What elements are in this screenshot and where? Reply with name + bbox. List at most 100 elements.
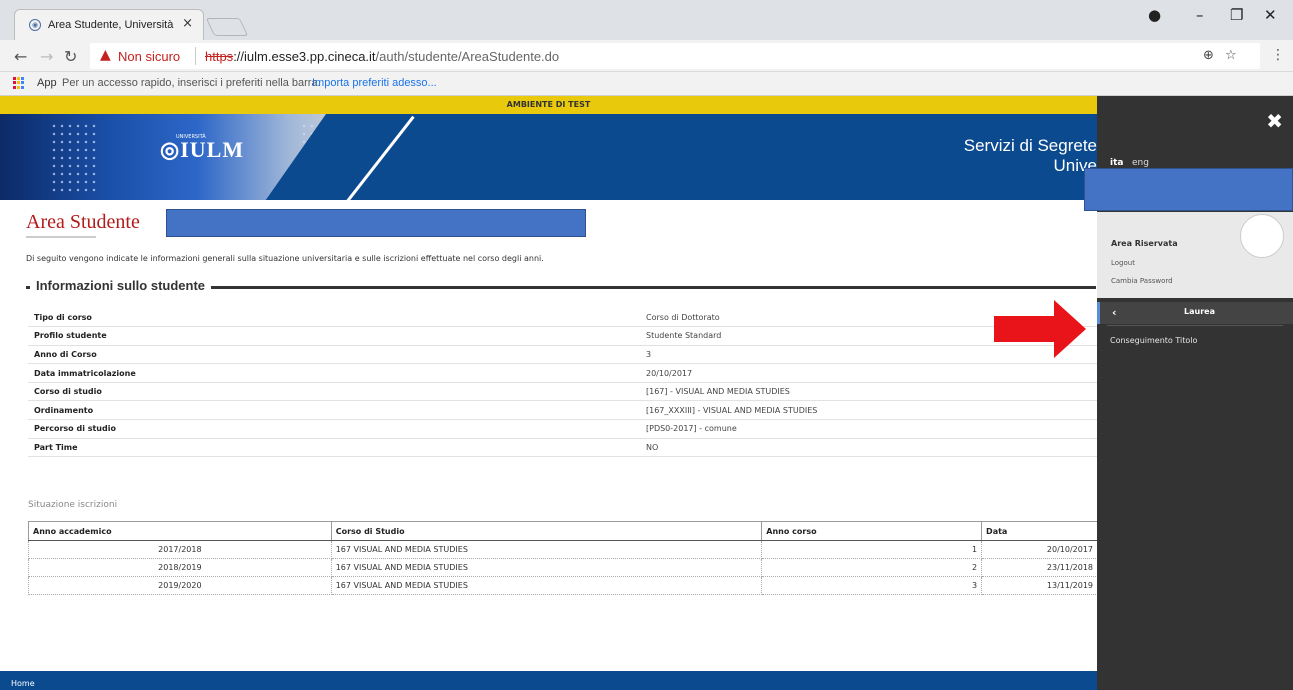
university-logo[interactable]: ◎IULM xyxy=(160,137,244,163)
bookmarks-hint: Per un accesso rapido, inserisci i prefe… xyxy=(62,77,321,89)
col-header[interactable]: Corso di Studio xyxy=(330,521,763,541)
table-row: Data immatricolazione 20/10/2017 xyxy=(28,363,1098,383)
cell-year: 2018/2019 xyxy=(28,558,332,577)
info-label: Part Time xyxy=(28,438,640,458)
logo-text: IULM xyxy=(180,137,245,162)
cell-date: 23/11/2018 xyxy=(981,558,1098,577)
omnibox[interactable]: ▲ Non sicuro https://iulm.esse3.pp.cinec… xyxy=(90,43,1260,69)
new-tab-button[interactable] xyxy=(205,18,249,36)
cell-course: 167 VISUAL AND MEDIA STUDIES xyxy=(330,576,763,595)
menu-item-conseguimento-titolo[interactable]: Conseguimento Titolo xyxy=(1110,336,1197,345)
url-path: /auth/studente/AreaStudente.do xyxy=(375,49,560,64)
table-row: Part Time NO xyxy=(28,438,1098,458)
table-row: 2018/2019 167 VISUAL AND MEDIA STUDIES 2… xyxy=(28,558,1098,577)
reserved-area-label: Area Riservata xyxy=(1111,239,1178,248)
avatar[interactable] xyxy=(1240,214,1284,258)
info-value: [167] - VISUAL AND MEDIA STUDIES xyxy=(640,382,1098,402)
cell-course-year: 1 xyxy=(761,540,983,559)
col-header[interactable]: Anno corso xyxy=(761,521,983,541)
student-info-table: Tipo di corso Corso di Dottorato Profilo … xyxy=(28,308,1098,458)
tab-title: Area Studente, Università xyxy=(48,19,174,31)
info-value: [167_XXXIII] - VISUAL AND MEDIA STUDIES xyxy=(640,400,1098,421)
url-separator xyxy=(195,47,196,65)
cell-year: 2017/2018 xyxy=(28,540,332,559)
title-underline xyxy=(26,236,96,238)
menu-laurea-header[interactable]: ‹ Laurea xyxy=(1097,302,1293,324)
table-row: 2017/2018 167 VISUAL AND MEDIA STUDIES 1… xyxy=(28,540,1098,559)
browser-tab[interactable]: ◉ Area Studente, Università × xyxy=(14,9,204,40)
logout-link[interactable]: Logout xyxy=(1111,259,1135,267)
section-title: Informazioni sullo studente xyxy=(30,278,212,293)
star-bookmark-icon[interactable]: ☆ xyxy=(1225,48,1237,63)
import-bookmarks-link[interactable]: Importa preferiti adesso... xyxy=(312,77,437,89)
table-row: Corso di studio [167] - VISUAL AND MEDIA … xyxy=(28,382,1098,402)
side-menu-panel: ✖ ita eng Area Riservata Logout Cambia P… xyxy=(1084,96,1293,690)
cell-course: 167 VISUAL AND MEDIA STUDIES xyxy=(330,558,763,577)
page-title: Area Studente xyxy=(26,211,140,233)
reload-icon[interactable]: ↻ xyxy=(64,47,77,66)
footer-home-link[interactable]: Home xyxy=(11,679,35,688)
close-menu-icon[interactable]: ✖ xyxy=(1266,109,1283,133)
col-header[interactable]: Data xyxy=(981,521,1098,541)
url-host: ://iulm.esse3.pp.cineca.it xyxy=(233,49,376,64)
language-ita[interactable]: ita xyxy=(1110,158,1123,168)
menu-title: Laurea xyxy=(1184,307,1215,316)
back-chevron-icon[interactable]: ‹ xyxy=(1112,306,1117,319)
forward-arrow-icon[interactable]: → xyxy=(40,47,53,66)
info-label: Tipo di corso xyxy=(28,308,640,328)
info-label: Data immatricolazione xyxy=(28,363,640,383)
apps-link[interactable]: App xyxy=(37,77,57,89)
table-header-row: Anno accademico Corso di Studio Anno cor… xyxy=(28,521,1098,541)
language-eng[interactable]: eng xyxy=(1132,158,1149,168)
enrollment-table: Anno accademico Corso di Studio Anno cor… xyxy=(28,521,1098,595)
table-row: Tipo di corso Corso di Dottorato xyxy=(28,308,1098,328)
header-decoration xyxy=(50,122,100,192)
cell-course-year: 3 xyxy=(761,576,983,595)
back-arrow-icon[interactable]: ← xyxy=(14,47,27,66)
minimize-icon[interactable]: – xyxy=(1196,6,1204,24)
window-close-icon[interactable]: ✕ xyxy=(1264,6,1277,24)
red-arrow-annotation xyxy=(994,300,1086,358)
info-label: Corso di studio xyxy=(28,382,640,402)
url-text[interactable]: https://iulm.esse3.pp.cineca.it/auth/stu… xyxy=(205,49,559,64)
col-header[interactable]: Anno accademico xyxy=(28,521,332,541)
cell-date: 20/10/2017 xyxy=(981,540,1098,559)
change-password-link[interactable]: Cambia Password xyxy=(1111,277,1173,285)
not-secure-label[interactable]: Non sicuro xyxy=(118,49,180,64)
menu-divider xyxy=(1107,325,1283,326)
cell-date: 13/11/2019 xyxy=(981,576,1098,595)
tab-close-icon[interactable]: × xyxy=(182,16,193,31)
url-protocol: https xyxy=(205,49,234,64)
apps-grid-icon[interactable] xyxy=(13,77,25,89)
restore-icon[interactable]: ❐ xyxy=(1230,6,1243,24)
table-row: Ordinamento [167_XXXIII] - VISUAL AND MED… xyxy=(28,400,1098,421)
redacted-student-name xyxy=(166,209,586,237)
cell-course-year: 2 xyxy=(761,558,983,577)
cell-course: 167 VISUAL AND MEDIA STUDIES xyxy=(330,540,763,559)
table-row: Anno di Corso 3 xyxy=(28,345,1098,365)
section-header-info: Informazioni sullo studente xyxy=(26,278,1096,293)
header-title-line1: Servizi di Segrete xyxy=(963,136,1097,155)
enrollment-section-title: Situazione iscrizioni xyxy=(28,500,118,510)
account-icon[interactable]: ● xyxy=(1148,6,1161,24)
info-value: 20/10/2017 xyxy=(640,363,1098,383)
site-footer: Home xyxy=(0,671,1097,690)
cell-year: 2019/2020 xyxy=(28,576,332,595)
table-row: Percorso di studio [PDS0-2017] - comune xyxy=(28,419,1098,439)
zoom-icon[interactable]: ⊕ xyxy=(1203,48,1214,63)
menu-dots-icon[interactable]: ⋮ xyxy=(1271,47,1285,63)
info-label: Percorso di studio xyxy=(28,419,640,439)
university-favicon-icon: ◉ xyxy=(29,19,41,31)
browser-titlebar: ◉ Area Studente, Università × ● – ❐ ✕ xyxy=(0,0,1293,40)
info-label: Ordinamento xyxy=(28,400,640,421)
red-arrow-shape xyxy=(994,300,1086,358)
address-bar: ← → ↻ ▲ Non sicuro https://iulm.esse3.pp… xyxy=(0,40,1293,72)
test-environment-bar: AMBIENTE DI TEST xyxy=(0,96,1097,114)
site-header: UNIVERSITÀ ◎IULM Servizi di Segrete Univ… xyxy=(0,114,1097,200)
info-label: Anno di Corso xyxy=(28,345,640,365)
warning-icon: ▲ xyxy=(100,47,111,63)
table-row: Profilo studente Studente Standard xyxy=(28,326,1098,346)
intro-text: Di seguito vengono indicate le informazi… xyxy=(26,254,544,263)
info-label: Profilo studente xyxy=(28,326,640,346)
info-value: NO xyxy=(640,438,1098,458)
